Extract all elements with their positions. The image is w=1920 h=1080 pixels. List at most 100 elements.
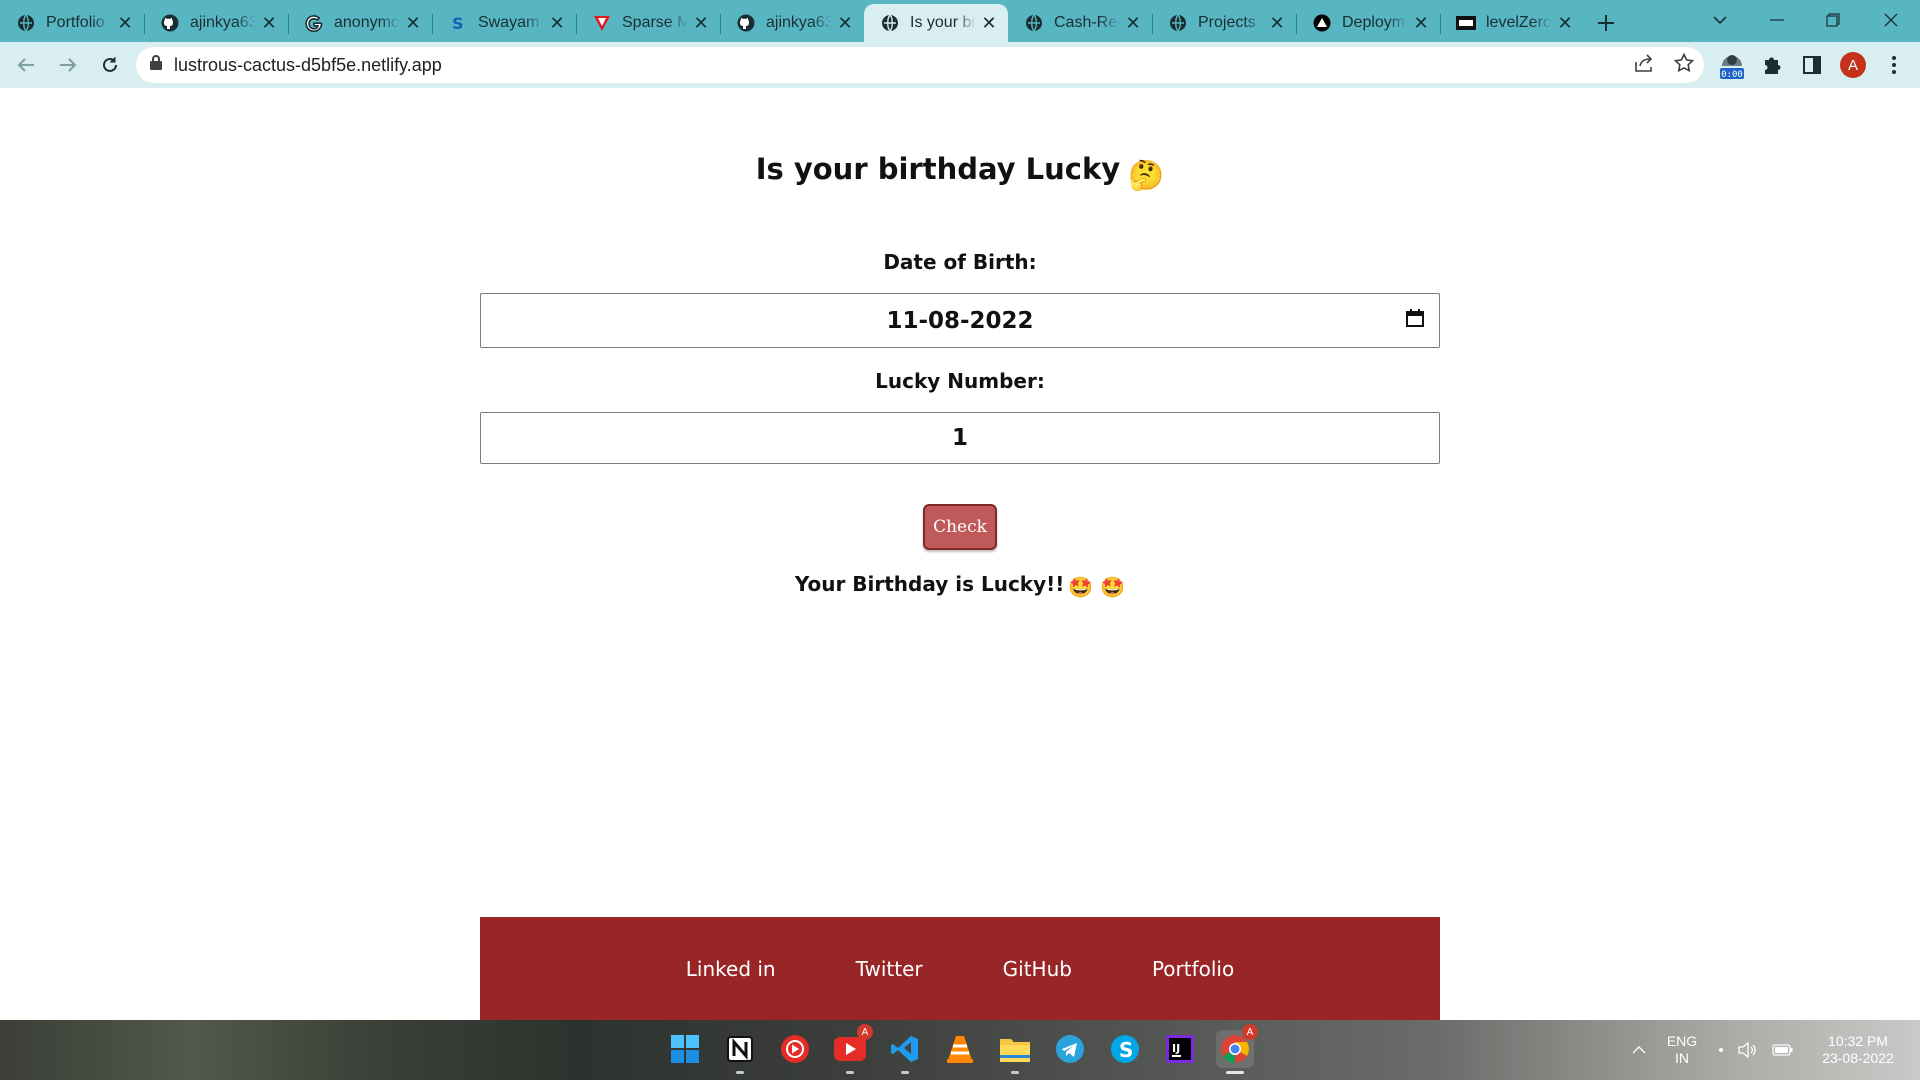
tab-levelzero[interactable]: levelZero ✕ (1440, 4, 1584, 42)
skype-icon[interactable]: S (1106, 1030, 1144, 1068)
tab-title: Portfolio (46, 14, 105, 31)
windows-start-icon[interactable] (666, 1030, 704, 1068)
close-icon[interactable]: ✕ (980, 13, 998, 33)
close-icon (1884, 13, 1898, 27)
lock-icon (150, 55, 162, 75)
globe-icon (16, 13, 36, 33)
restore-button[interactable] (1810, 0, 1856, 40)
footer-link-linkedin[interactable]: Linked in (686, 957, 776, 981)
intellij-icon[interactable]: IJ (1161, 1030, 1199, 1068)
tab-title: levelZero (1486, 14, 1552, 31)
file-explorer-icon[interactable] (996, 1030, 1034, 1074)
browser-toolbar: lustrous-cactus-d5bf5e.netlify.app 0:00 … (0, 42, 1920, 88)
timer-extension[interactable]: 0:00 (1716, 42, 1748, 88)
tab-github-ajinkya[interactable]: ajinkya63 ✕ (144, 4, 288, 42)
neog-icon (1456, 13, 1476, 33)
close-icon[interactable]: ✕ (1412, 13, 1430, 33)
tab-portfolio[interactable]: Portfolio ✕ (0, 4, 144, 42)
youtube-icon[interactable]: A (831, 1024, 873, 1074)
tab-sparse[interactable]: Sparse M ✕ (576, 4, 720, 42)
lucky-number-label: Lucky Number: (875, 369, 1045, 393)
close-window-button[interactable] (1866, 0, 1916, 40)
wifi-icon (1719, 1048, 1723, 1052)
swayam-icon: S (448, 13, 468, 33)
google-icon (304, 13, 324, 33)
deploy-icon (1312, 13, 1332, 33)
extensions-button[interactable] (1758, 42, 1786, 88)
plus-icon (1598, 15, 1614, 31)
url-text: lustrous-cactus-d5bf5e.netlify.app (174, 54, 442, 75)
tab-projects[interactable]: Projects ✕ (1152, 4, 1296, 42)
region-code: IN (1675, 1050, 1689, 1066)
close-icon[interactable]: ✕ (692, 13, 710, 33)
telegram-icon[interactable] (1051, 1030, 1089, 1068)
github-icon (736, 13, 756, 33)
close-icon[interactable]: ✕ (116, 13, 134, 33)
minimize-icon (1770, 19, 1784, 21)
svg-text:IJ: IJ (1172, 1042, 1180, 1055)
show-hidden-icons-button[interactable] (1624, 1020, 1654, 1080)
profile-button[interactable]: A (1838, 42, 1868, 88)
yt-music-icon[interactable] (776, 1030, 814, 1068)
browser-menu-button[interactable] (1880, 42, 1908, 88)
running-indicator (846, 1071, 854, 1074)
close-icon[interactable]: ✕ (260, 13, 278, 33)
notification-badge: A (1242, 1024, 1258, 1040)
tab-title: Cash-Reg (1054, 14, 1120, 31)
tab-search-button[interactable] (1702, 0, 1738, 40)
tab-title: ajinkya63 (766, 14, 832, 31)
new-tab-button[interactable] (1586, 4, 1626, 42)
language-indicator[interactable]: ENG IN (1660, 1020, 1704, 1080)
address-bar[interactable]: lustrous-cactus-d5bf5e.netlify.app (136, 47, 1704, 83)
chevron-up-icon (1632, 1046, 1646, 1054)
thinking-face-icon: 🤔 (1128, 158, 1165, 192)
puzzle-icon (1765, 57, 1781, 74)
close-icon[interactable]: ✕ (404, 13, 422, 33)
back-button[interactable] (6, 45, 46, 85)
dob-input[interactable]: 11-08-2022 (480, 293, 1440, 348)
calendar-icon[interactable] (1405, 308, 1425, 334)
close-icon[interactable]: ✕ (548, 13, 566, 33)
close-icon[interactable]: ✕ (1124, 13, 1142, 33)
footer-link-twitter[interactable]: Twitter (856, 957, 923, 981)
system-tray-icons[interactable] (1716, 1020, 1796, 1080)
star-struck-icon: 🤩 🤩 (1068, 575, 1126, 599)
footer: Linked in Twitter GitHub Portfolio (480, 917, 1440, 1020)
reload-button[interactable] (90, 45, 130, 85)
svg-text:S: S (452, 14, 464, 32)
globe-icon (880, 13, 900, 33)
close-icon[interactable]: ✕ (1268, 13, 1286, 33)
dob-value: 11-08-2022 (886, 307, 1034, 334)
minimize-button[interactable] (1754, 0, 1800, 40)
notion-icon[interactable] (721, 1030, 759, 1074)
tab-deployment[interactable]: Deploym ✕ (1296, 4, 1440, 42)
footer-link-github[interactable]: GitHub (1003, 957, 1072, 981)
vscode-icon[interactable] (886, 1030, 924, 1074)
check-button[interactable]: Check (923, 504, 997, 550)
close-icon[interactable]: ✕ (1556, 13, 1574, 33)
tab-google-search[interactable]: anonymous ✕ (288, 4, 432, 42)
tab-title: Projects (1198, 14, 1256, 31)
clock[interactable]: 10:32 PM 23-08-2022 (1808, 1020, 1908, 1080)
side-panel-button[interactable] (1798, 42, 1826, 88)
tab-is-your-birthday-lucky[interactable]: Is your bi ✕ (864, 4, 1008, 42)
battery-icon (1772, 1044, 1793, 1056)
lucky-number-input[interactable]: 1 (480, 412, 1440, 464)
tab-cash-register[interactable]: Cash-Reg ✕ (1008, 4, 1152, 42)
close-icon[interactable]: ✕ (836, 13, 854, 33)
tab-github-ajinkya-2[interactable]: ajinkya63 ✕ (720, 4, 864, 42)
share-icon[interactable] (1634, 53, 1654, 77)
footer-link-portfolio[interactable]: Portfolio (1152, 957, 1234, 981)
tab-title: Sparse M (622, 14, 688, 31)
bookmark-star-icon[interactable] (1673, 52, 1695, 78)
svg-text:S: S (1119, 1038, 1133, 1062)
result-message: Your Birthday is Lucky!! 🤩 🤩 (0, 572, 1920, 599)
forward-button[interactable] (48, 45, 88, 85)
globe-icon (1024, 13, 1044, 33)
chrome-icon[interactable]: A (1216, 1024, 1258, 1074)
vlc-icon[interactable] (941, 1030, 979, 1068)
browser-tabstrip: Portfolio ✕ ajinkya63 ✕ anonymous ✕ S Sw… (0, 0, 1920, 42)
side-panel-icon (1803, 56, 1821, 74)
language-code: ENG (1666, 1033, 1698, 1050)
tab-swayam[interactable]: S Swayam ✕ (432, 4, 576, 42)
